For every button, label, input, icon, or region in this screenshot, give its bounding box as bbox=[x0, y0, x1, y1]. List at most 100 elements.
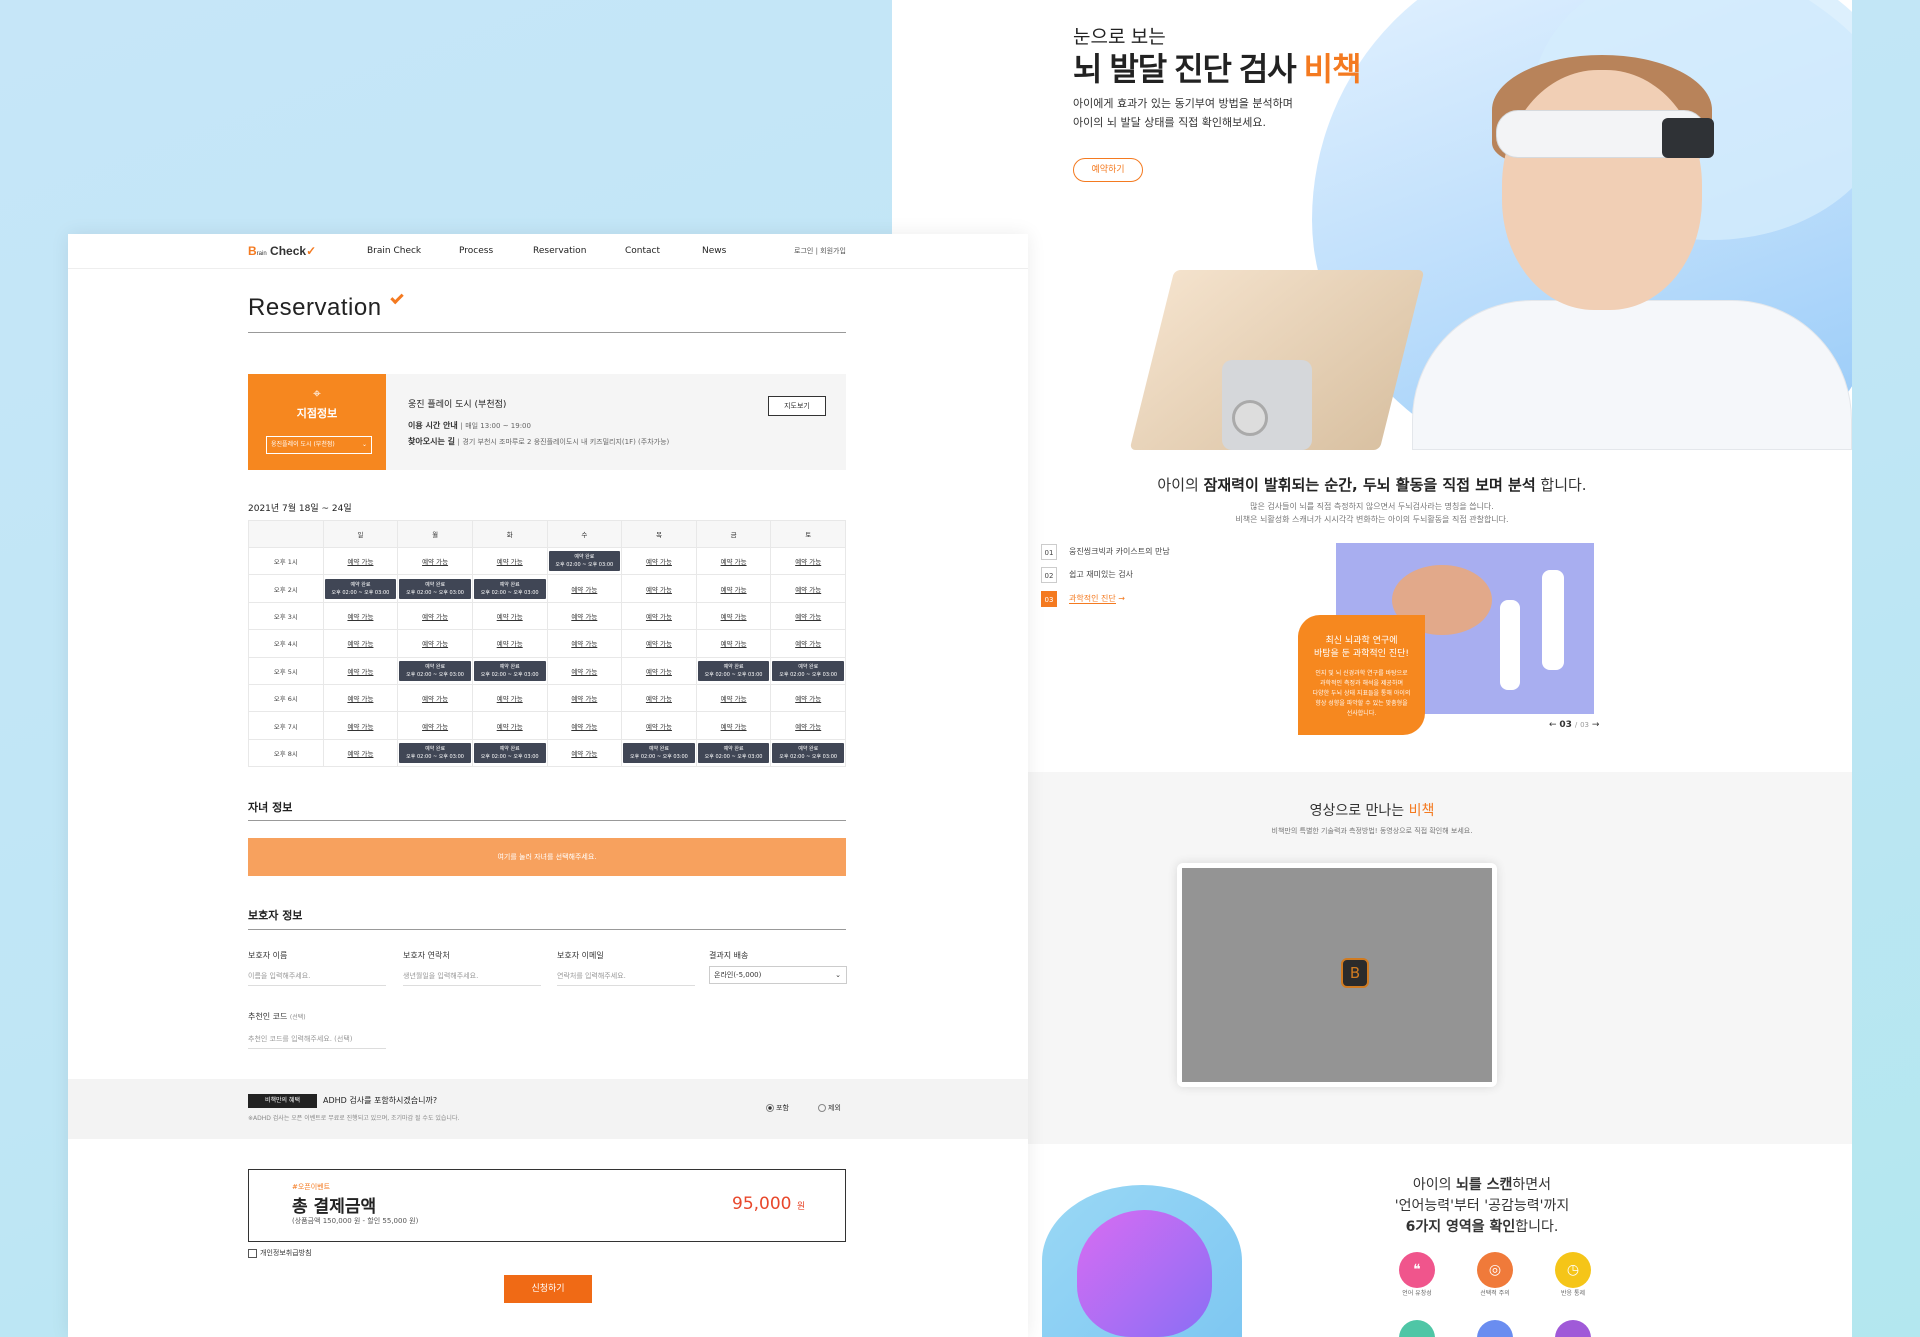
total-price: 95,000 원 bbox=[732, 1194, 805, 1214]
slot-available[interactable]: 예약 가능 bbox=[322, 656, 399, 685]
slot-available[interactable]: 예약 가능 bbox=[322, 629, 399, 658]
slot-available[interactable]: 예약 가능 bbox=[770, 629, 846, 658]
slot-available-label: 예약 가능 bbox=[347, 695, 374, 704]
slot-available[interactable]: 예약 가능 bbox=[546, 711, 623, 740]
calendar-row: 오후 2시 예약 완료 오후 02:00 ~ 오후 03:00 예약 완료 오후 02:… bbox=[248, 574, 846, 603]
nav-process[interactable]: Process bbox=[459, 246, 493, 256]
slot-available[interactable]: 예약 가능 bbox=[770, 711, 846, 740]
calendar-day-header: 수 bbox=[546, 520, 623, 548]
slot-available[interactable]: 예약 가능 bbox=[397, 546, 473, 576]
prev-arrow-icon[interactable]: ← bbox=[1549, 720, 1557, 730]
brand-logo[interactable]: Brain Check✓ bbox=[248, 244, 316, 258]
nav-reservation[interactable]: Reservation bbox=[533, 246, 586, 256]
benefit-badge: 비책만의 혜택 bbox=[248, 1094, 317, 1108]
slot-available[interactable]: 예약 가능 bbox=[322, 601, 399, 631]
shop-select[interactable]: 웅진플레이 도시 (부천점) ⌄ bbox=[266, 436, 372, 454]
slot-available[interactable]: 예약 가능 bbox=[546, 574, 623, 603]
slot-available[interactable]: 예약 가능 bbox=[770, 574, 846, 603]
page-title: Reservation bbox=[248, 294, 382, 321]
slot-available[interactable]: 예약 가능 bbox=[695, 711, 772, 740]
map-button[interactable]: 지도보기 bbox=[768, 396, 826, 416]
adhd-include-radio[interactable]: 포함 bbox=[766, 1103, 789, 1113]
slot-available[interactable]: 예약 가능 bbox=[770, 601, 846, 631]
callout-text: 다양한 두뇌 상태 지표들을 통해 아이의 bbox=[1312, 690, 1411, 697]
slot-available[interactable]: 예약 가능 bbox=[695, 629, 772, 658]
slot-available-label: 예약 가능 bbox=[645, 585, 672, 594]
video-player[interactable] bbox=[1177, 863, 1497, 1087]
slot-available[interactable]: 예약 가능 bbox=[770, 683, 846, 713]
referral-code-input[interactable]: 추천인 코드를 입력해주세요. (선택) bbox=[248, 1034, 386, 1049]
slot-time: 오후 02:00 ~ 오후 03:00 bbox=[704, 753, 763, 760]
slot-available[interactable]: 예약 가능 bbox=[397, 629, 473, 658]
adhd-section bbox=[68, 1079, 1028, 1139]
play-logo-icon[interactable]: B bbox=[1341, 958, 1369, 988]
slot-available[interactable]: 예약 가능 bbox=[621, 546, 697, 576]
slot-available[interactable]: 예약 가능 bbox=[546, 601, 623, 631]
slot-available[interactable]: 예약 가능 bbox=[546, 683, 623, 713]
slot-available-label: 예약 가능 bbox=[496, 558, 523, 567]
join-link[interactable]: 회원가입 bbox=[820, 247, 846, 255]
slot-booked-label: 예약 완료 오후 02:00 ~ 오후 03:00 bbox=[399, 578, 471, 599]
slot-available[interactable]: 예약 가능 bbox=[770, 546, 846, 576]
guardian-name-input[interactable]: 이름을 입력해주세요. bbox=[248, 971, 386, 986]
slot-available[interactable]: 예약 가능 bbox=[322, 683, 399, 713]
next-arrow-icon[interactable]: → bbox=[1592, 720, 1600, 730]
feature-item-3[interactable]: 03 과학적인 진단 → bbox=[1041, 591, 1125, 607]
nav-news[interactable]: News bbox=[702, 246, 726, 256]
hero-desc-line: 아이에게 효과가 있는 동기부여 방법을 분석하며 bbox=[1073, 97, 1293, 110]
slot-available[interactable]: 예약 가능 bbox=[621, 656, 697, 685]
adhd-exclude-radio[interactable]: 제외 bbox=[818, 1103, 841, 1113]
slot-available[interactable]: 예약 가능 bbox=[322, 711, 399, 740]
guardian-email-input[interactable]: 연락처를 입력해주세요. bbox=[557, 971, 695, 986]
slot-available[interactable]: 예약 가능 bbox=[471, 601, 548, 631]
slot-available[interactable]: 예약 가능 bbox=[695, 601, 772, 631]
nav-brain-check[interactable]: Brain Check bbox=[367, 246, 421, 256]
feature-item-2[interactable]: 02 쉽고 재미있는 검사 bbox=[1041, 567, 1133, 583]
slot-available[interactable]: 예약 가능 bbox=[397, 711, 473, 740]
privacy-agree-checkbox[interactable]: 개인정보취급방침 bbox=[248, 1248, 312, 1258]
slot-available[interactable]: 예약 가능 bbox=[621, 574, 697, 603]
callout-text: 향상 성향을 파악할 수 있는 맞춤형을 bbox=[1315, 700, 1408, 707]
feature-item-1[interactable]: 01 웅진씽크빅과 카이스트의 만남 bbox=[1041, 544, 1170, 560]
slot-status: 예약 완료 bbox=[798, 745, 819, 752]
slot-available[interactable]: 예약 가능 bbox=[322, 546, 399, 576]
slot-available[interactable]: 예약 가능 bbox=[546, 656, 623, 685]
calendar-day-header: 금 bbox=[695, 520, 772, 548]
slot-status: 예약 완료 bbox=[723, 745, 744, 752]
slot-available-label: 예약 가능 bbox=[795, 722, 822, 731]
hero-reserve-button[interactable]: 예약하기 bbox=[1073, 158, 1143, 182]
radio-unchecked-icon bbox=[818, 1104, 826, 1112]
slot-available[interactable]: 예약 가능 bbox=[546, 629, 623, 658]
slot-time: 오후 02:00 ~ 오후 03:00 bbox=[630, 753, 688, 760]
slot-available[interactable]: 예약 가능 bbox=[471, 629, 548, 658]
login-link[interactable]: 로그인 bbox=[794, 247, 813, 255]
slot-status: 예약 완료 bbox=[499, 581, 520, 588]
slot-available[interactable]: 예약 가능 bbox=[621, 683, 697, 713]
slot-available-label: 예약 가능 bbox=[571, 695, 598, 704]
slot-available-label: 예약 가능 bbox=[720, 640, 747, 649]
result-delivery-select[interactable]: 온라인(-5,000) ⌄ bbox=[709, 966, 847, 984]
guardian-email-label: 보호자 이메일 bbox=[557, 951, 604, 960]
slot-available-label: 예약 가능 bbox=[720, 695, 747, 704]
slot-available[interactable]: 예약 가능 bbox=[695, 546, 772, 576]
slot-available-label: 예약 가능 bbox=[645, 722, 672, 731]
slot-available[interactable]: 예약 가능 bbox=[621, 711, 697, 740]
child-section-title: 자녀 정보 bbox=[248, 801, 293, 814]
child-select-bar[interactable]: 여기를 눌러 자녀를 선택해주세요. bbox=[248, 838, 846, 876]
guardian-phone-input[interactable]: 생년월일을 입력해주세요. bbox=[403, 971, 541, 986]
slot-available[interactable]: 예약 가능 bbox=[397, 601, 473, 631]
slot-available[interactable]: 예약 가능 bbox=[695, 574, 772, 603]
submit-button[interactable]: 신청하기 bbox=[504, 1275, 592, 1303]
slot-available[interactable]: 예약 가능 bbox=[546, 738, 623, 768]
slot-available[interactable]: 예약 가능 bbox=[471, 683, 548, 713]
slot-available[interactable]: 예약 가능 bbox=[322, 738, 399, 768]
nav-contact[interactable]: Contact bbox=[625, 246, 660, 256]
slot-available[interactable]: 예약 가능 bbox=[397, 683, 473, 713]
slot-available[interactable]: 예약 가능 bbox=[621, 629, 697, 658]
slot-available[interactable]: 예약 가능 bbox=[621, 601, 697, 631]
calendar-time: 오후 7시 bbox=[248, 711, 324, 740]
slot-available[interactable]: 예약 가능 bbox=[471, 546, 548, 576]
slot-available[interactable]: 예약 가능 bbox=[695, 683, 772, 713]
slot-available[interactable]: 예약 가능 bbox=[471, 711, 548, 740]
scan-title-post: 합니다. bbox=[1515, 1219, 1559, 1235]
